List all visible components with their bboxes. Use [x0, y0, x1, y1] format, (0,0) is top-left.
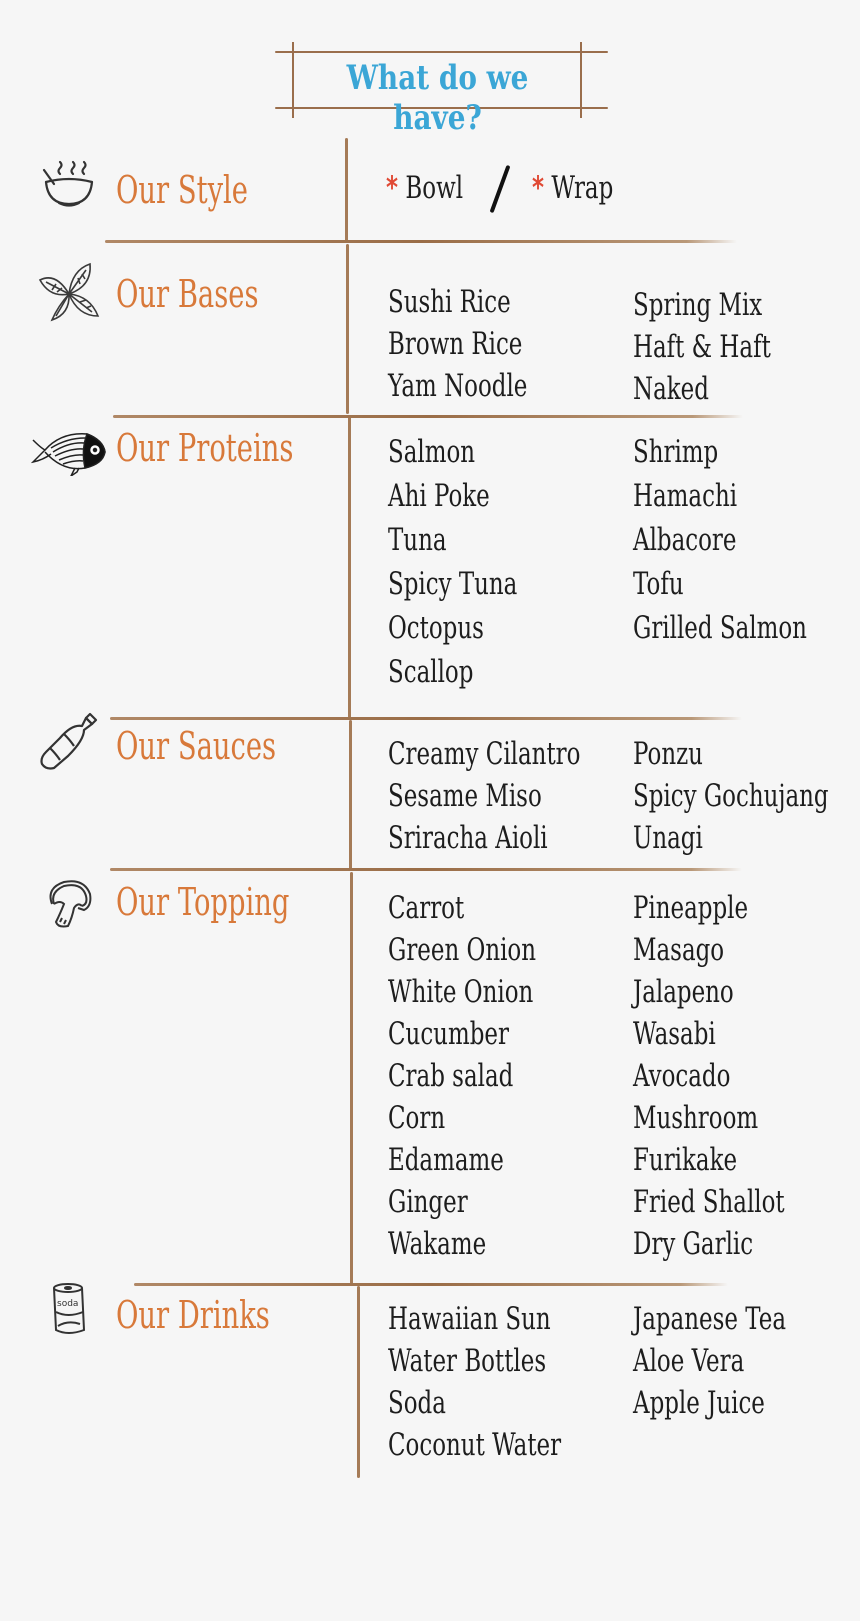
item-column: Spring Mix Haft & Haft Naked: [633, 284, 838, 410]
list-item: Grilled Salmon: [633, 610, 807, 646]
list-item: Furikake: [633, 1142, 738, 1178]
column-divider: [345, 138, 348, 242]
list-item: Hawaiian Sun: [388, 1301, 551, 1337]
list-item: Tuna: [388, 522, 447, 558]
item-list: Sushi Rice Brown Rice Yam Noodle Spring …: [388, 281, 838, 410]
list-item: Water Bottles: [388, 1343, 547, 1379]
asterisk-icon: *: [532, 170, 545, 206]
section-divider: [105, 240, 737, 243]
list-item: Hamachi: [633, 478, 738, 514]
section-label: Our Drinks: [116, 1293, 270, 1337]
title-frame-line: [292, 42, 294, 118]
section-divider: [110, 717, 742, 720]
list-item: Ponzu: [633, 736, 703, 772]
list-item: Crab salad: [388, 1058, 514, 1094]
list-item: Shrimp: [633, 434, 719, 470]
list-item: Japanese Tea: [633, 1301, 787, 1337]
section-label: Our Style: [116, 168, 248, 212]
column-divider: [350, 872, 353, 1284]
list-item: Yam Noodle: [388, 368, 528, 404]
list-item: Sushi Rice: [388, 284, 511, 320]
list-item: Naked: [633, 371, 709, 407]
style-option-label: Bowl: [405, 170, 464, 206]
column-divider: [349, 720, 352, 870]
list-item: Sesame Miso: [388, 778, 542, 814]
list-item: Ahi Poke: [388, 478, 490, 514]
list-item: Edamame: [388, 1142, 504, 1178]
list-item: Jalapeno: [633, 974, 734, 1010]
list-item: Brown Rice: [388, 326, 523, 362]
section-divider: [134, 1283, 728, 1286]
style-option-wrap: * Wrap: [532, 170, 613, 206]
item-column: Ponzu Spicy Gochujang Unagi: [633, 733, 860, 859]
list-item: Spicy Gochujang: [633, 778, 829, 814]
list-item: Salmon: [388, 434, 476, 470]
item-column: Pineapple Masago Jalapeno Wasabi Avocado…: [633, 887, 838, 1265]
list-item: Creamy Cilantro: [388, 736, 581, 772]
style-option-label: Wrap: [551, 170, 614, 206]
list-item: Tofu: [633, 566, 684, 602]
list-item: Unagi: [633, 820, 703, 856]
item-column: Shrimp Hamachi Albacore Tofu Grilled Sal…: [633, 431, 860, 695]
item-column: Creamy Cilantro Sesame Miso Sriracha Aio…: [388, 733, 633, 859]
list-item: Pineapple: [633, 890, 749, 926]
list-item: Wasabi: [633, 1016, 716, 1052]
list-item: Aloe Vera: [633, 1343, 745, 1379]
list-item: Dry Garlic: [633, 1226, 754, 1262]
list-item: Scallop: [388, 654, 474, 690]
fish-icon: [31, 433, 106, 476]
item-column: Salmon Ahi Poke Tuna Spicy Tuna Octopus …: [388, 431, 633, 695]
item-column: Sushi Rice Brown Rice Yam Noodle: [388, 281, 633, 410]
list-item: Avocado: [633, 1058, 731, 1094]
section-label: Our Bases: [116, 272, 259, 316]
title-frame: What do we have?: [275, 42, 608, 138]
list-item: Apple Juice: [633, 1385, 765, 1421]
asterisk-icon: *: [386, 170, 399, 206]
list-item: White Onion: [388, 974, 534, 1010]
item-column: Hawaiian Sun Water Bottles Soda Coconut …: [388, 1298, 633, 1466]
list-item: Green Onion: [388, 932, 537, 968]
page-title: What do we have?: [346, 58, 529, 138]
column-divider: [357, 1286, 360, 1478]
title-frame-line: [275, 51, 608, 53]
list-item: Spring Mix: [633, 287, 763, 323]
item-column: Japanese Tea Aloe Vera Apple Juice: [633, 1298, 840, 1466]
list-item: Albacore: [633, 522, 737, 558]
list-item: Coconut Water: [388, 1427, 562, 1463]
item-column: Carrot Green Onion White Onion Cucumber …: [388, 887, 633, 1265]
list-item: Haft & Haft: [633, 329, 771, 365]
section-label: Our Sauces: [116, 724, 277, 768]
section-label: Our Proteins: [116, 426, 294, 470]
item-list: Hawaiian Sun Water Bottles Soda Coconut …: [388, 1298, 838, 1466]
section-divider: [113, 415, 743, 418]
sauce-bottle-icon: [40, 712, 98, 770]
list-item: Spicy Tuna: [388, 566, 518, 602]
list-item: Fried Shallot: [633, 1184, 785, 1220]
list-item: Mushroom: [633, 1100, 759, 1136]
item-list: Carrot Green Onion White Onion Cucumber …: [388, 887, 838, 1265]
list-item: Wakame: [388, 1226, 487, 1262]
list-item: Masago: [633, 932, 725, 968]
soda-can-label: soda: [57, 1299, 78, 1309]
list-item: Soda: [388, 1385, 446, 1421]
mushroom-icon: [49, 880, 92, 928]
list-item: Octopus: [388, 610, 484, 646]
column-divider: [346, 244, 349, 414]
title-frame-line: [580, 42, 582, 118]
soda-can-icon: soda: [53, 1283, 86, 1334]
column-divider: [348, 416, 351, 718]
soup-bowl-icon: [42, 160, 94, 207]
slash-separator: [489, 164, 511, 214]
list-item: Ginger: [388, 1184, 468, 1220]
style-option-bowl: * Bowl: [386, 170, 463, 206]
section-label: Our Topping: [116, 880, 290, 924]
item-list: Salmon Ahi Poke Tuna Spicy Tuna Octopus …: [388, 431, 838, 695]
section-divider: [110, 868, 742, 871]
list-item: Sriracha Aioli: [388, 820, 548, 856]
list-item: Cucumber: [388, 1016, 509, 1052]
item-list: Creamy Cilantro Sesame Miso Sriracha Aio…: [388, 733, 838, 859]
list-item: Carrot: [388, 890, 465, 926]
basil-leaf-icon: [38, 262, 100, 322]
list-item: Corn: [388, 1100, 446, 1136]
